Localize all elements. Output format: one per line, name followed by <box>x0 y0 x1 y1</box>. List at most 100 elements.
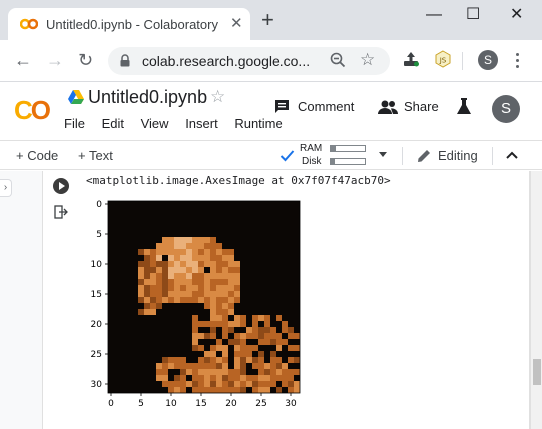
image-pixel <box>174 327 180 333</box>
image-pixel <box>168 297 174 303</box>
image-pixel <box>246 207 252 213</box>
browser-menu-icon[interactable] <box>516 53 520 71</box>
image-pixel <box>138 303 144 309</box>
share-people-icon[interactable] <box>378 99 398 115</box>
image-pixel <box>234 249 240 255</box>
menu-item-view[interactable]: View <box>141 116 169 131</box>
image-pixel <box>270 219 276 225</box>
image-pixel <box>258 225 264 231</box>
scrollbar-thumb[interactable] <box>533 359 541 385</box>
image-pixel <box>216 237 222 243</box>
resource-monitor[interactable]: RAM Disk <box>300 143 370 169</box>
image-pixel <box>240 237 246 243</box>
image-pixel <box>138 285 144 291</box>
image-pixel <box>234 237 240 243</box>
share-button[interactable]: Share <box>404 99 439 114</box>
zoom-out-icon[interactable] <box>330 52 346 68</box>
image-pixel <box>174 201 180 207</box>
flask-icon[interactable] <box>456 98 472 116</box>
javascript-extension-icon[interactable]: JS <box>434 50 452 68</box>
image-pixel <box>174 237 180 243</box>
image-pixel <box>162 219 168 225</box>
image-pixel <box>222 291 228 297</box>
image-pixel <box>138 267 144 273</box>
vertical-scrollbar[interactable] <box>530 171 542 429</box>
image-pixel <box>234 303 240 309</box>
image-pixel <box>126 249 132 255</box>
tab-close-icon[interactable]: ✕ <box>230 16 243 32</box>
forward-icon[interactable]: → <box>46 50 64 70</box>
image-pixel <box>240 255 246 261</box>
close-window-icon[interactable]: ✕ <box>510 6 523 24</box>
image-pixel <box>162 279 168 285</box>
image-pixel <box>174 321 180 327</box>
reload-icon[interactable]: ↻ <box>78 50 93 70</box>
y-tick-label: 25 <box>91 350 102 360</box>
colab-logo[interactable]: CO <box>14 95 51 126</box>
menu-item-runtime[interactable]: Runtime <box>234 116 282 131</box>
comment-icon[interactable] <box>274 99 290 115</box>
notebook-title[interactable]: Untitled0.ipynb <box>88 87 207 108</box>
browser-profile-avatar[interactable]: S <box>478 50 498 70</box>
image-pixel <box>276 381 282 387</box>
image-pixel <box>120 357 126 363</box>
browser-tab[interactable]: Untitled0.ipynb - Colaboratory ✕ <box>8 8 250 40</box>
image-pixel <box>192 237 198 243</box>
menu-item-insert[interactable]: Insert <box>185 116 218 131</box>
image-pixel <box>246 231 252 237</box>
collapse-chevron-icon[interactable] <box>506 151 518 159</box>
image-pixel <box>276 369 282 375</box>
image-pixel <box>294 219 300 225</box>
image-pixel <box>258 369 264 375</box>
minimize-icon[interactable]: — <box>426 6 442 24</box>
maximize-icon[interactable]: ☐ <box>466 6 480 24</box>
image-pixel <box>270 327 276 333</box>
image-pixel <box>288 261 294 267</box>
browser-window: Untitled0.ipynb - Colaboratory ✕ + — ☐ ✕… <box>0 0 542 429</box>
image-pixel <box>150 219 156 225</box>
image-pixel <box>288 267 294 273</box>
image-pixel <box>186 321 192 327</box>
image-pixel <box>174 369 180 375</box>
image-pixel <box>192 279 198 285</box>
image-pixel <box>126 285 132 291</box>
output-actions-icon[interactable] <box>54 205 68 219</box>
image-pixel <box>288 249 294 255</box>
image-pixel <box>264 381 270 387</box>
image-pixel <box>174 339 180 345</box>
image-pixel <box>144 351 150 357</box>
add-code-button[interactable]: + Code <box>16 148 58 163</box>
image-pixel <box>132 291 138 297</box>
upload-extension-icon[interactable] <box>402 50 420 68</box>
notebook-star-icon[interactable]: ☆ <box>210 87 225 107</box>
image-pixel <box>144 297 150 303</box>
image-pixel <box>276 291 282 297</box>
address-bar[interactable]: colab.research.google.co... ☆ <box>108 47 390 75</box>
image-pixel <box>246 237 252 243</box>
image-pixel <box>168 231 174 237</box>
editing-mode-button[interactable]: Editing <box>438 148 478 163</box>
image-pixel <box>204 351 210 357</box>
image-pixel <box>270 375 276 381</box>
menu-item-edit[interactable]: Edit <box>102 116 124 131</box>
user-avatar[interactable]: S <box>492 95 520 123</box>
resources-dropdown-icon[interactable] <box>379 152 387 158</box>
comment-button[interactable]: Comment <box>298 99 354 114</box>
menu-item-file[interactable]: File <box>64 116 85 131</box>
image-pixel <box>264 315 270 321</box>
bookmark-star-icon[interactable]: ☆ <box>360 50 375 70</box>
image-pixel <box>282 231 288 237</box>
image-pixel <box>276 363 282 369</box>
add-text-button[interactable]: + Text <box>78 148 113 163</box>
side-panel-toggle[interactable]: › <box>0 179 12 197</box>
image-pixel <box>150 201 156 207</box>
new-tab-button[interactable]: + <box>261 9 274 31</box>
image-pixel <box>216 345 222 351</box>
image-pixel <box>246 381 252 387</box>
run-cell-button[interactable] <box>53 178 69 194</box>
image-pixel <box>144 321 150 327</box>
image-pixel <box>180 279 186 285</box>
back-icon[interactable]: ← <box>14 50 32 70</box>
image-pixel <box>198 273 204 279</box>
image-pixel <box>288 363 294 369</box>
